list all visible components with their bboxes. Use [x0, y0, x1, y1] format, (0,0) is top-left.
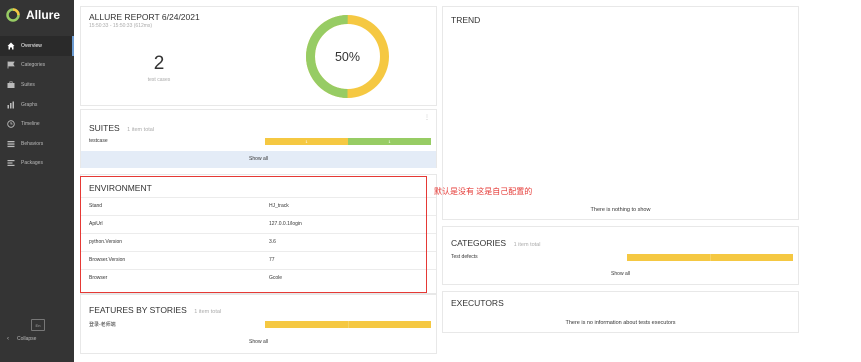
sidebar-item-timeline[interactable]: Timeline [0, 114, 74, 134]
sidebar-item-label: Suites [21, 81, 35, 88]
failed-segment [627, 254, 711, 261]
sidebar: Allure Overview Categories Suites Graphs… [0, 0, 74, 362]
features-header: FEATURES BY STORIES 1 item total [89, 300, 221, 318]
category-name: Test defects [451, 254, 478, 260]
sidebar-item-packages[interactable]: Packages [0, 154, 74, 174]
executors-empty-message: There is no information about tests exec… [565, 320, 676, 326]
annotation-text: 默认是没有 这是自己配置的 [434, 187, 533, 196]
summary-widget: ALLURE REPORT 6/24/2021 15:50:33 - 15:50… [80, 6, 437, 106]
table-row[interactable]: Test defects [443, 254, 798, 264]
sidebar-item-label: Timeline [21, 121, 40, 128]
suites-title: SUITES [89, 123, 120, 133]
features-subtitle: 1 item total [194, 309, 222, 315]
app-name: Allure [26, 8, 61, 22]
category-status-bar [627, 254, 793, 261]
executors-title: EXECUTORS [451, 298, 504, 308]
sidebar-item-label: Behaviors [21, 140, 44, 147]
categories-widget: CATEGORIES 1 item total Test defects Sho… [442, 226, 799, 285]
categories-subtitle: 1 item total [513, 242, 541, 248]
failed-segment [265, 321, 349, 328]
sidebar-nav: Overview Categories Suites Graphs Timeli… [0, 36, 74, 173]
sidebar-item-label: Overview [21, 42, 42, 49]
briefcase-icon [7, 81, 15, 89]
failed-segment [348, 321, 431, 328]
features-title: FEATURES BY STORIES [89, 305, 187, 315]
suites-subtitle: 1 item total [127, 127, 155, 133]
categories-show-all-link[interactable]: Show all [443, 271, 798, 277]
report-title: ALLURE REPORT 6/24/2021 [89, 12, 200, 22]
table-row[interactable]: testcase 1 1 [81, 138, 436, 148]
report-time: 15:50:33 - 15:50:33 (612ms) [89, 23, 153, 29]
suites-widget: SUITES 1 item total ⋮ testcase 1 1 Show … [80, 109, 437, 168]
chevron-left-icon: ‹ [7, 336, 9, 342]
test-case-label: test cases [147, 77, 171, 83]
failed-count: 1 [305, 139, 308, 144]
clock-icon [7, 120, 15, 128]
sidebar-item-label: Graphs [21, 101, 38, 108]
passed-segment: 1 [348, 138, 431, 145]
highlight-box [80, 176, 427, 293]
menu-icon[interactable]: ⋮ [424, 114, 430, 121]
sidebar-item-label: Packages [21, 160, 43, 167]
passed-count: 1 [388, 139, 391, 144]
categories-header: CATEGORIES 1 item total [451, 233, 540, 251]
trend-empty-message: There is nothing to show [590, 207, 651, 213]
features-widget: FEATURES BY STORIES 1 item total 登录-老师端 … [80, 294, 437, 354]
flag-icon [7, 61, 15, 69]
sidebar-item-label: Categories [21, 62, 46, 69]
brand[interactable]: Allure [6, 6, 60, 24]
sidebar-item-graphs[interactable]: Graphs [0, 95, 74, 115]
suites-show-all-link[interactable]: Show all [81, 151, 436, 168]
suite-status-bar: 1 1 [265, 138, 431, 145]
features-show-all-link[interactable]: Show all [81, 339, 436, 345]
list-icon [7, 140, 15, 148]
collapse-button[interactable]: ‹ Collapse [7, 336, 36, 342]
sidebar-item-overview[interactable]: Overview [0, 36, 74, 56]
home-icon [7, 42, 15, 50]
sidebar-item-suites[interactable]: Suites [0, 75, 74, 95]
pass-percent-label: 50% [334, 49, 361, 64]
failed-segment: 1 [265, 138, 348, 145]
categories-title: CATEGORIES [451, 238, 507, 248]
trend-title: TREND [451, 15, 481, 25]
bar-chart-icon [7, 101, 15, 109]
suite-name: testcase [89, 138, 108, 144]
test-case-count: 2 [153, 53, 165, 74]
table-row[interactable]: 登录-老师端 [81, 321, 436, 331]
collapse-label: Collapse [17, 336, 37, 342]
executors-widget: EXECUTORS There is no information about … [442, 291, 799, 333]
align-left-icon [7, 159, 15, 167]
feature-name: 登录-老师端 [89, 322, 116, 328]
sidebar-item-behaviors[interactable]: Behaviors [0, 134, 74, 154]
sidebar-item-categories[interactable]: Categories [0, 56, 74, 76]
feature-status-bar [265, 321, 431, 328]
failed-segment [710, 254, 793, 261]
suites-header: SUITES 1 item total [89, 118, 154, 136]
allure-logo-icon [6, 8, 20, 22]
language-button[interactable]: En [31, 319, 45, 331]
